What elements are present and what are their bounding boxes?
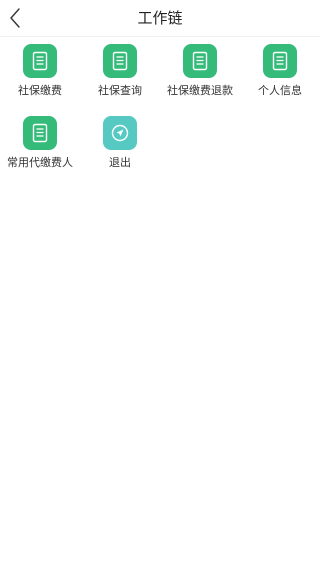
tile-social-security-query[interactable]: 社保查询 <box>80 44 160 104</box>
document-icon <box>32 51 48 71</box>
tile-payment-refund[interactable]: 社保缴费退款 <box>160 44 240 104</box>
document-icon <box>272 51 288 71</box>
exit-icon-box <box>103 116 137 150</box>
document-icon-box <box>23 116 57 150</box>
screen: 工作链 社保缴费 社保查询 社保缴费退款 个人信息 常用代缴费人 退出 <box>0 0 320 569</box>
document-icon-box <box>23 44 57 78</box>
document-icon-box <box>183 44 217 78</box>
tile-personal-info[interactable]: 个人信息 <box>240 44 320 104</box>
tile-social-security-payment[interactable]: 社保缴费 <box>0 44 80 104</box>
exit-send-icon <box>111 124 129 142</box>
tile-label: 社保缴费退款 <box>167 84 233 97</box>
document-icon-box <box>263 44 297 78</box>
tile-label: 退出 <box>109 156 131 169</box>
document-icon <box>32 123 48 143</box>
page-title: 工作链 <box>137 9 183 27</box>
tile-frequent-payers[interactable]: 常用代缴费人 <box>0 116 80 176</box>
tile-label: 社保查询 <box>98 84 142 97</box>
document-icon <box>112 51 128 71</box>
tile-label: 个人信息 <box>258 84 302 97</box>
document-icon-box <box>103 44 137 78</box>
document-icon <box>192 51 208 71</box>
top-bar: 工作链 <box>0 0 320 37</box>
tile-logout[interactable]: 退出 <box>80 116 160 176</box>
